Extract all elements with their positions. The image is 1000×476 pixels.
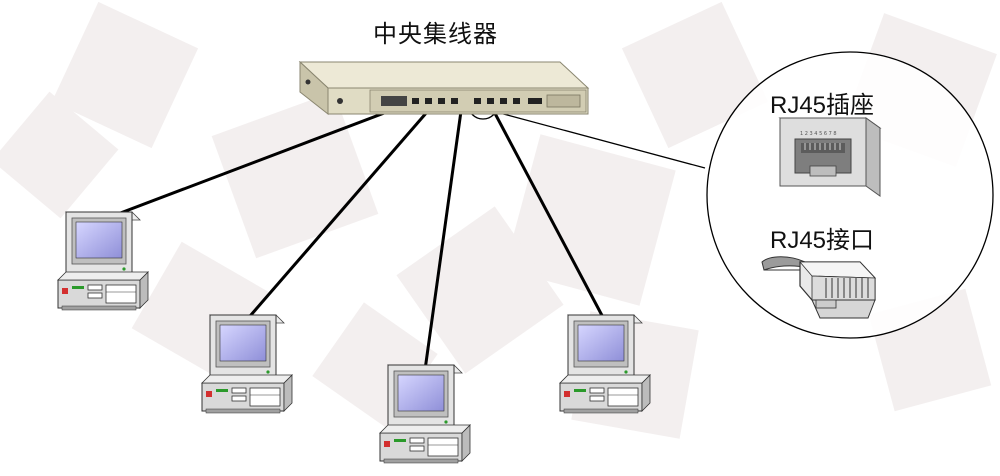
socket-pin-numbers: 1 2 3 4 5 6 7 8 [800,131,837,137]
computer-screen [75,221,123,259]
computer-screen [219,324,267,362]
hub-device [298,60,590,116]
hub-label: 中央集线器 [373,20,498,48]
computer-1 [57,211,149,311]
computer-2 [201,314,293,414]
rj45-plug-label: RJ45接口 [770,227,875,254]
computer-screen [397,374,445,412]
computer-3 [379,364,471,464]
computer-screen [577,324,625,362]
rj45-socket-illustration: 1 2 3 4 5 6 7 8 [778,117,882,197]
rj45-socket-label: RJ45插座 [770,92,875,119]
network-diagram: 1 2 3 4 5 6 7 8 中央集线器 RJ45插座 RJ45接口 [0,0,1000,472]
